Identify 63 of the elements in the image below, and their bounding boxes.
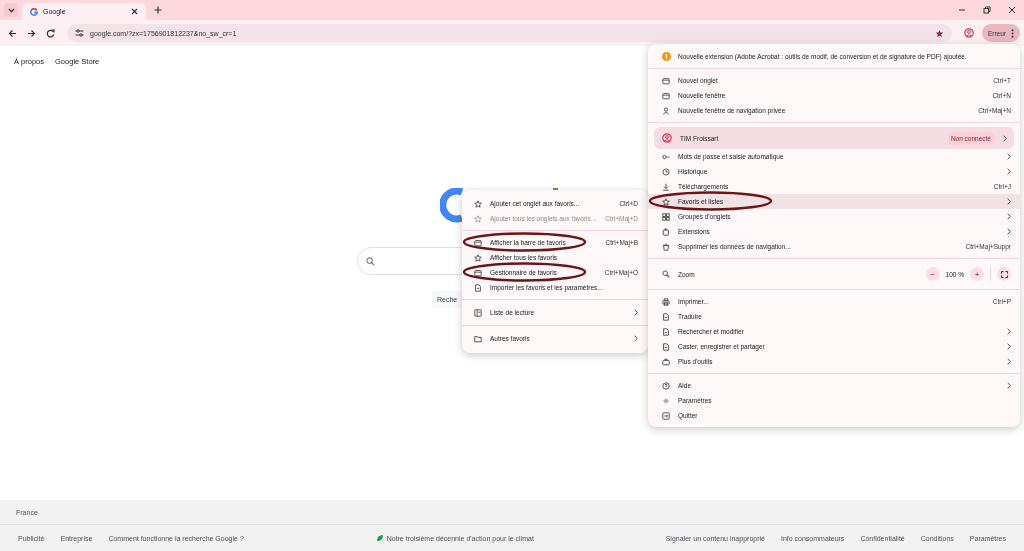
close-icon[interactable] (131, 8, 138, 15)
site-settings-icon[interactable] (75, 29, 84, 37)
restore-icon[interactable] (983, 6, 991, 14)
person-icon (662, 106, 670, 115)
printer-icon (662, 297, 670, 306)
download-icon (662, 182, 670, 191)
zoom-in-button[interactable]: + (970, 267, 984, 281)
chevron-icon (1007, 343, 1011, 350)
chevron-icon (1007, 153, 1011, 160)
tab-list-button[interactable] (4, 3, 18, 17)
fullscreen-icon (1000, 270, 1008, 278)
chevron-icon (1007, 198, 1011, 205)
window-icon (474, 268, 482, 277)
folder-icon (474, 334, 482, 343)
window-icon (662, 91, 670, 100)
key-icon (662, 152, 670, 161)
chevron-icon (1007, 382, 1011, 389)
window-icon (474, 238, 482, 247)
bookmark-star-icon[interactable] (934, 28, 944, 38)
window-icon (662, 76, 670, 85)
star-icon (474, 214, 482, 223)
briefcase-icon (662, 357, 670, 366)
logo-fragment-drawing (440, 188, 466, 224)
star-icon (662, 197, 670, 206)
document-icon (662, 327, 670, 336)
grid-icon (662, 212, 670, 221)
chevron-icon (634, 309, 638, 316)
reload-icon[interactable] (46, 28, 55, 38)
forward-arrow-icon[interactable] (27, 28, 36, 38)
chevron-icon (1007, 328, 1011, 335)
more-icon (1011, 28, 1014, 38)
magnifier-icon (662, 270, 670, 278)
star-icon (474, 199, 482, 208)
chevron-down-icon (7, 7, 15, 13)
chevron-icon (1003, 134, 1007, 142)
back-arrow-icon[interactable] (8, 28, 17, 38)
document-icon (662, 312, 670, 321)
document-icon (662, 342, 670, 351)
zoom-out-button[interactable]: − (925, 267, 940, 281)
close-icon[interactable] (1008, 6, 1016, 14)
new-tab-icon[interactable] (154, 6, 162, 14)
chevron-icon (1007, 168, 1011, 175)
minimize-icon[interactable] (958, 6, 966, 14)
document-icon (474, 283, 482, 292)
help-icon (662, 381, 670, 390)
favicon-icon (30, 7, 38, 16)
profile-icon[interactable] (963, 28, 974, 38)
clock-icon (662, 167, 670, 176)
trash-icon (662, 242, 670, 251)
chevron-icon (1007, 228, 1011, 235)
exit-icon (662, 411, 670, 420)
warning-icon (662, 51, 671, 61)
chevron-icon (1007, 358, 1011, 365)
puzzle-icon (662, 227, 670, 236)
list-icon (474, 308, 482, 317)
chevron-icon (634, 335, 638, 342)
fullscreen-button[interactable] (997, 267, 1011, 281)
search-icon (366, 256, 375, 266)
profile-icon (662, 133, 672, 143)
star-icon (474, 253, 482, 262)
leaf-icon (375, 534, 384, 542)
gear-icon (662, 396, 670, 405)
chevron-icon (1007, 213, 1011, 220)
